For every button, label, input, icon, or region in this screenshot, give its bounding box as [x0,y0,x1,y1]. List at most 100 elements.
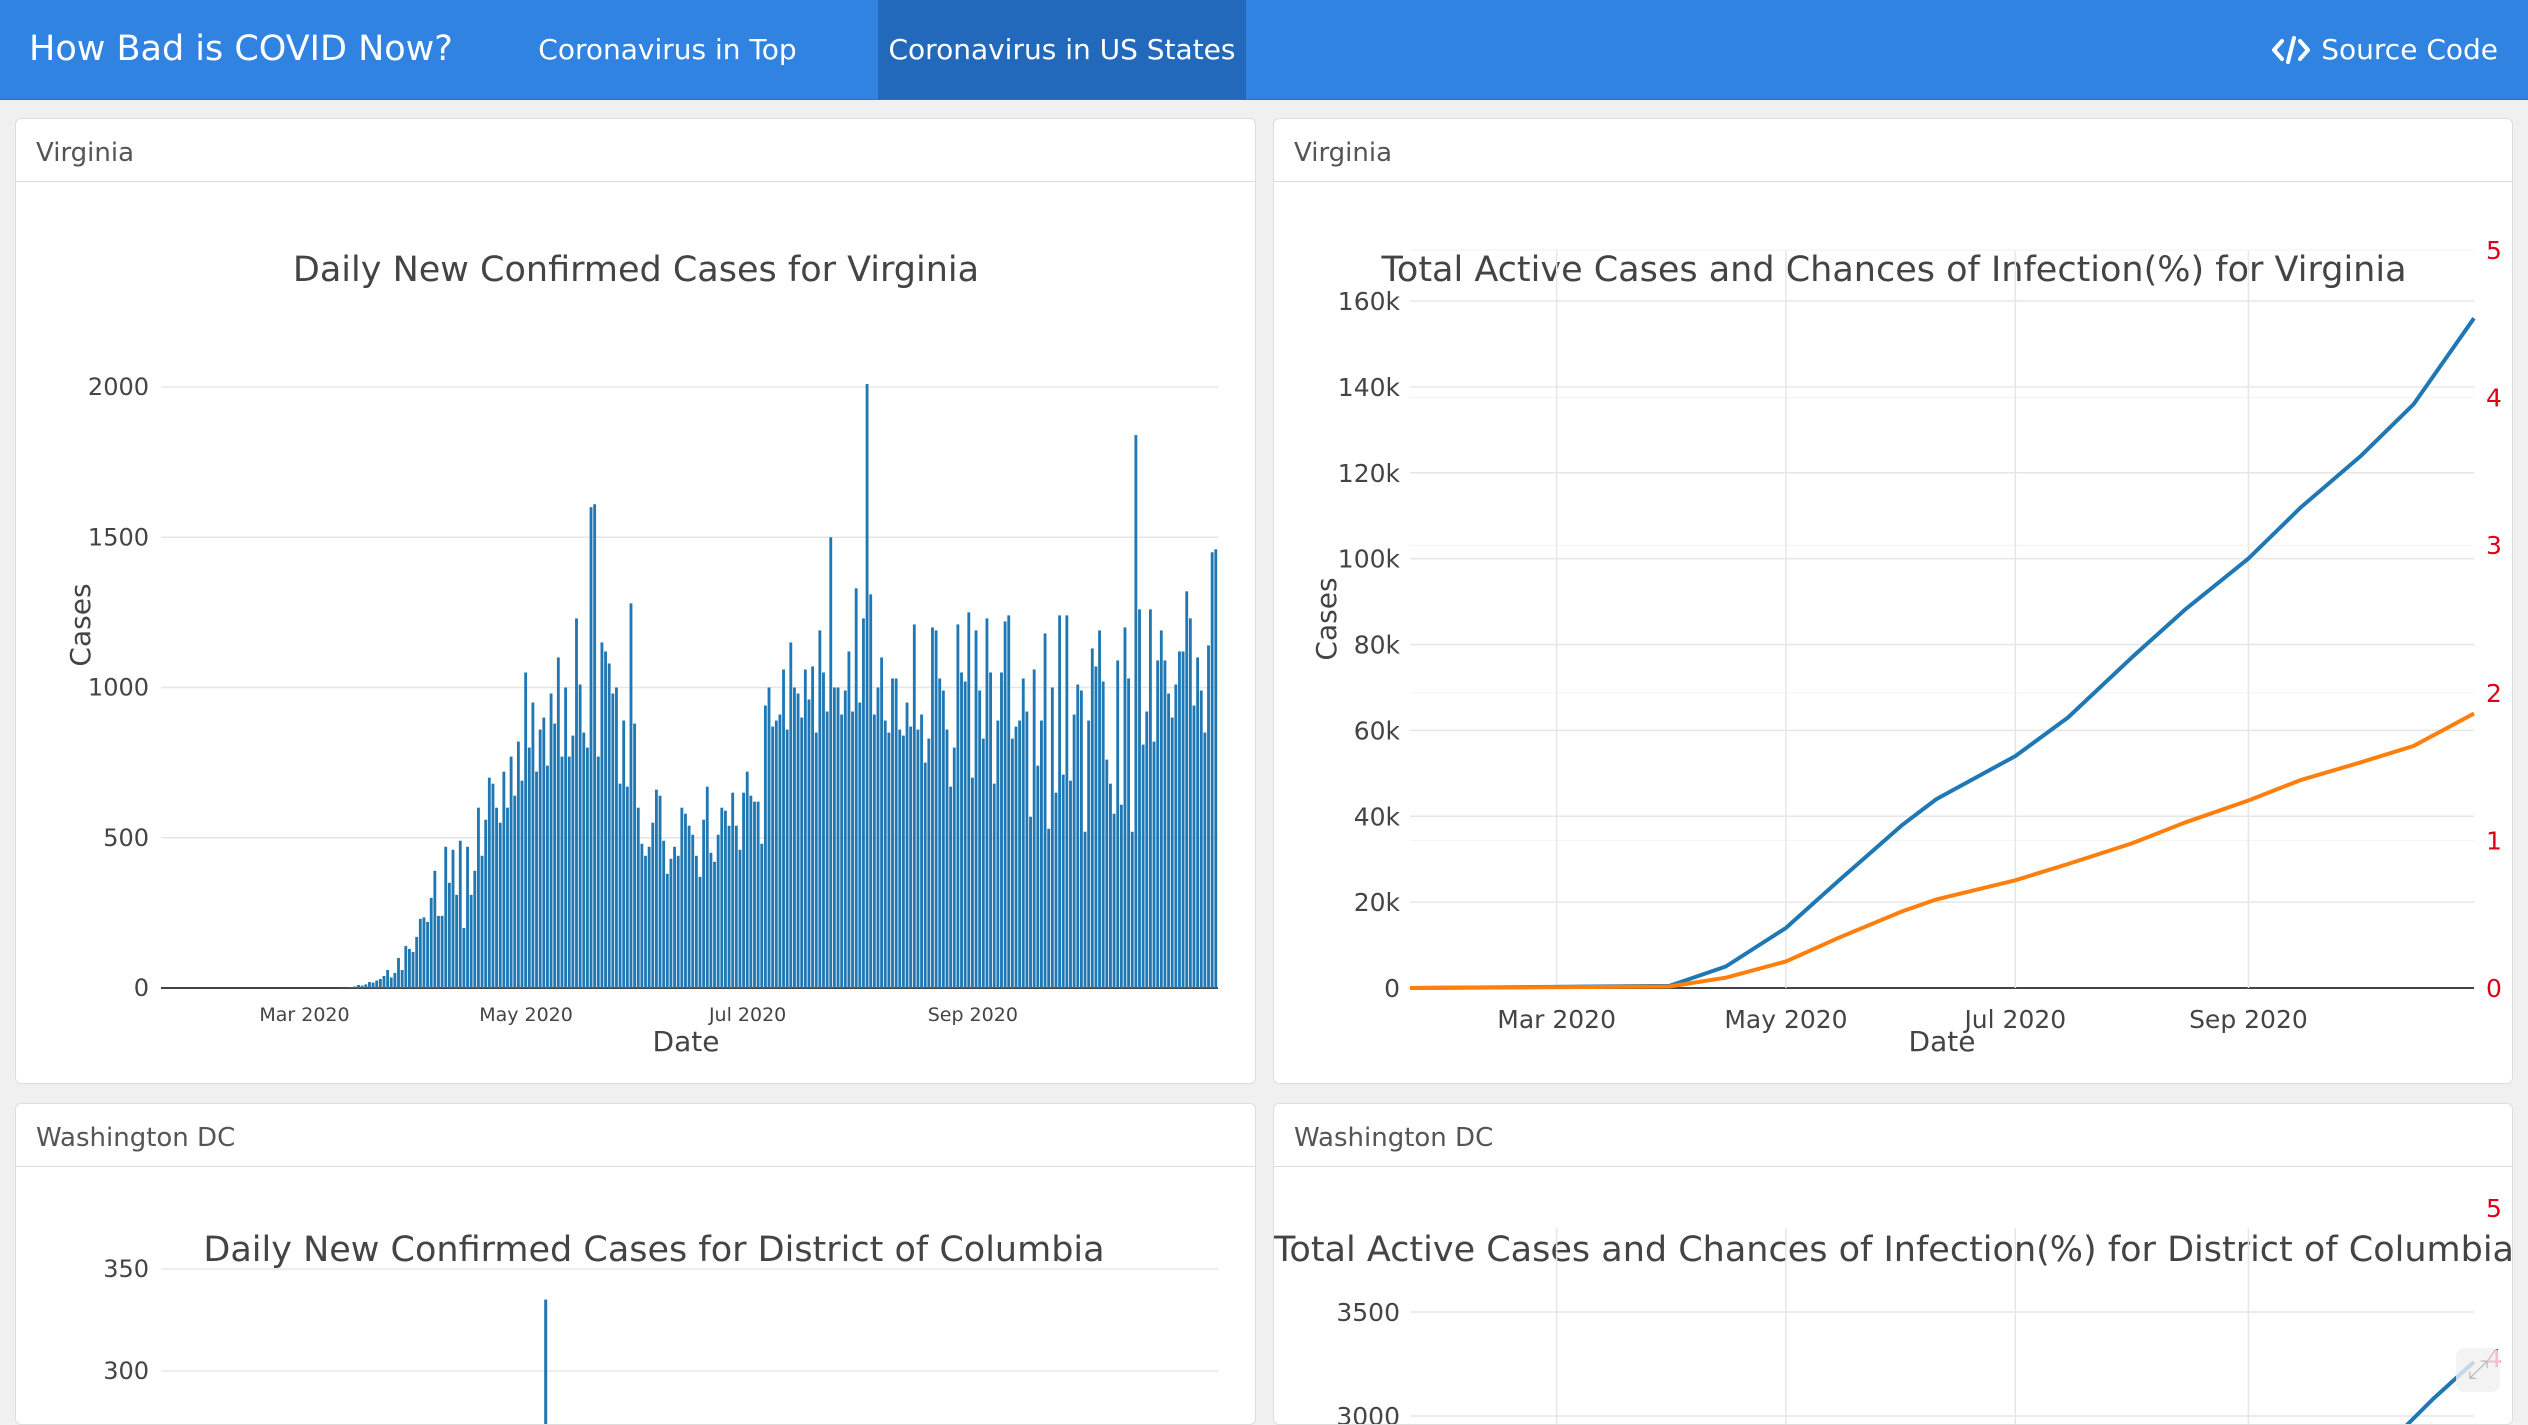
bar [942,691,945,988]
bar [644,856,647,988]
bar [724,811,727,988]
y-tick-label: 300 [103,1357,149,1385]
bar [484,820,487,988]
bar [601,642,604,988]
y-tick-label: 1500 [88,523,149,551]
bar [611,694,614,988]
bar [964,681,967,988]
bar [924,763,927,988]
bar [357,985,360,988]
x-tick-label: Mar 2020 [259,1004,349,1026]
y-tick-label: 0 [134,974,149,1002]
bar [938,678,941,988]
y-tick-label: 100k [1338,545,1401,574]
bar [706,787,709,988]
bar [1153,742,1156,988]
app-brand[interactable]: How Bad is COVID Now? [29,0,453,99]
tab-top-countries[interactable]: Coronavirus in Top Countries [470,0,865,99]
bar [1015,727,1018,988]
bar [390,977,393,988]
bar [426,922,429,988]
bar [1193,706,1196,988]
bar [1127,678,1130,988]
y-tick-label: 3500 [1336,1298,1400,1327]
y-tick-label: 0 [1384,974,1400,1003]
bar [423,917,426,988]
panel-header: Washington DC [16,1104,1255,1167]
x-tick-label: Mar 2020 [1497,1005,1616,1034]
bar [967,612,970,988]
bar [691,835,694,988]
bar [739,850,742,988]
source-code-link[interactable]: Source Code [2271,0,2498,99]
bar [437,916,440,988]
y-tick-label: 160k [1338,287,1401,316]
chart-daily-cases-virginia[interactable]: Daily New Confirmed Cases for Virginia05… [16,183,1255,1083]
y-tick-label: 120k [1338,459,1401,488]
bar [544,1300,547,1425]
bar [433,871,436,988]
x-tick-label: Sep 2020 [928,1004,1018,1026]
chart-daily-cases-dc[interactable]: Daily New Confirmed Cases for District o… [16,1168,1255,1425]
bar [956,624,959,988]
bar [481,856,484,988]
y-tick-label: 60k [1354,716,1401,745]
bar [851,712,854,988]
bar [1091,648,1094,988]
bar [386,970,389,988]
bar [521,781,524,988]
bar [546,766,549,988]
bar [866,384,869,988]
bar [448,883,451,988]
bar [978,691,981,988]
series-line-infection-chance [1410,714,2474,989]
bar [713,862,716,988]
x-tick-label: Jul 2020 [708,1004,786,1026]
bar [684,814,687,988]
bar [1109,784,1112,988]
bar [441,916,444,988]
bar [455,895,458,988]
bar [1047,829,1050,988]
bar [346,987,349,988]
y-tick-label: 3000 [1336,1402,1400,1425]
bar [1149,609,1152,988]
bar [1182,651,1185,988]
chart-active-cases-virginia[interactable]: Total Active Cases and Chances of Infect… [1274,183,2512,1083]
bar [927,739,930,988]
expand-icon[interactable]: ⤢ [2456,1348,2500,1392]
tab-us-states[interactable]: Coronavirus in US States [878,0,1246,99]
bar [1000,672,1003,988]
bar [640,844,643,988]
bar [699,877,702,988]
bar [1095,666,1098,988]
bar [383,976,386,988]
chart-active-cases-dc[interactable]: Total Active Cases and Chances of Infect… [1274,1168,2512,1425]
bar [557,657,560,988]
y-tick-label: 1000 [88,674,149,702]
bar [680,808,683,988]
bar [1051,688,1054,989]
bar [364,984,367,988]
bar [808,700,811,988]
bar [855,588,858,988]
bar [880,657,883,988]
bar [401,970,404,988]
bar [492,784,495,988]
bar [695,856,698,988]
bar [833,688,836,989]
bar [873,715,876,988]
bar [877,688,880,989]
chart-title: Daily New Confirmed Cases for Virginia [293,250,979,290]
bar [742,793,745,988]
bar [717,835,720,988]
bar [760,844,763,988]
bar [542,718,545,988]
bar [1040,721,1043,988]
code-icon [2271,35,2311,65]
bar [1124,627,1127,988]
bar [1203,733,1206,988]
bar [1200,691,1203,988]
bar [1156,660,1159,988]
bar [982,739,985,988]
